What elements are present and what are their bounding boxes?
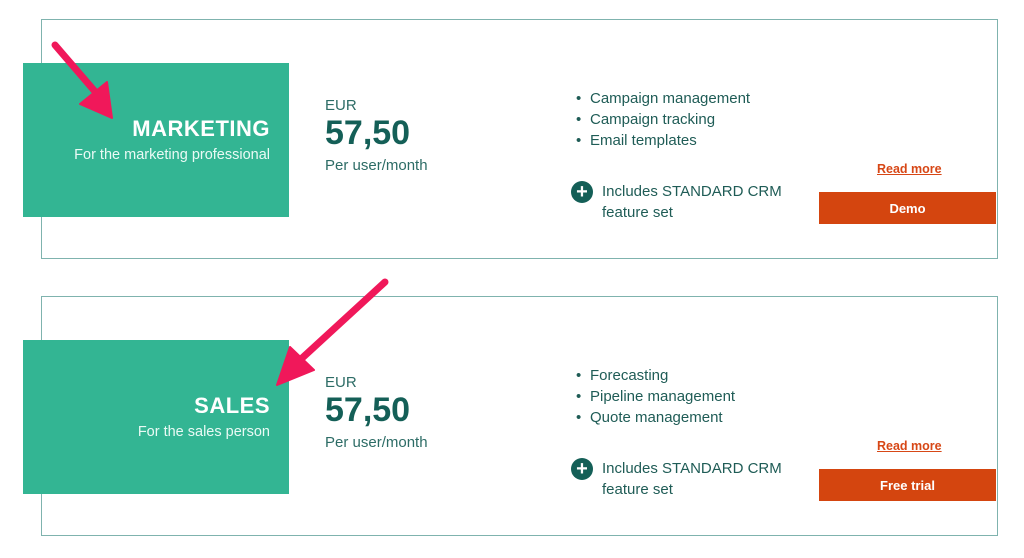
demo-button[interactable]: Demo: [819, 192, 996, 224]
plan-tagline: For the sales person: [137, 424, 270, 440]
plan-name: SALES: [194, 393, 270, 418]
plus-circle-icon: +: [571, 458, 593, 480]
price-currency: EUR: [325, 97, 357, 114]
includes-text: Includes STANDARD CRM feature set: [602, 183, 782, 221]
feature-item: • Quote management: [576, 409, 723, 426]
plan-tag-marketing: MARKETING For the marketing professional: [23, 63, 289, 217]
read-more-link[interactable]: Read more: [877, 162, 942, 176]
plan-price-sales: EUR 57,50 Per user/month: [325, 374, 428, 451]
free-trial-button[interactable]: Free trial: [819, 469, 996, 501]
bullet-icon: •: [576, 111, 582, 128]
plan-name: MARKETING: [132, 116, 270, 141]
price-currency: EUR: [325, 374, 357, 391]
price-period: Per user/month: [325, 157, 428, 174]
feature-list-marketing: • Campaign management • Campaign tracking …: [576, 88, 750, 151]
read-more-link[interactable]: Read more: [877, 439, 942, 453]
feature-item: • Campaign tracking: [576, 111, 716, 128]
plan-price-marketing: EUR 57,50 Per user/month: [325, 97, 428, 174]
includes-note-sales: + Includes STANDARD CRM feature set: [571, 458, 792, 500]
plus-circle-icon: +: [571, 181, 593, 203]
feature-item: • Pipeline management: [576, 388, 736, 405]
bullet-icon: •: [576, 132, 582, 149]
bullet-icon: •: [576, 409, 582, 426]
price-amount: 57,50: [325, 391, 411, 429]
price-amount: 57,50: [325, 114, 411, 152]
feature-item: • Email templates: [576, 132, 697, 149]
bullet-icon: •: [576, 388, 582, 405]
feature-item: • Forecasting: [576, 367, 669, 384]
plan-tag-sales: SALES For the sales person: [23, 340, 289, 494]
bullet-icon: •: [576, 367, 582, 384]
feature-list-sales: • Forecasting • Pipeline management • Quote…: [576, 365, 735, 428]
includes-text: Includes STANDARD CRM feature set: [602, 460, 782, 498]
bullet-icon: •: [576, 90, 582, 107]
includes-note-marketing: + Includes STANDARD CRM feature set: [571, 181, 792, 223]
feature-item: • Campaign management: [576, 90, 751, 107]
price-period: Per user/month: [325, 434, 428, 451]
plan-tagline: For the marketing professional: [74, 147, 270, 163]
